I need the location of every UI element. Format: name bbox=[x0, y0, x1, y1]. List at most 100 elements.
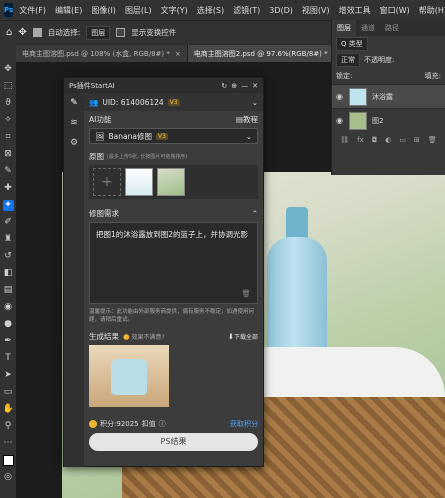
menu-plugins[interactable]: 增效工具 bbox=[339, 5, 371, 16]
color-swatches-icon[interactable] bbox=[2, 455, 14, 466]
add-image-button[interactable]: + bbox=[93, 168, 121, 196]
plugin-titlebar[interactable]: Ps插件StartAI ↻ ⊕ — ✕ bbox=[64, 78, 263, 93]
info-icon[interactable]: ⓘ bbox=[159, 419, 166, 429]
tab-layers[interactable]: 图层 bbox=[332, 20, 356, 36]
trash-icon[interactable]: 🗑 bbox=[428, 136, 437, 144]
brush-tool-icon[interactable]: ✐ bbox=[3, 217, 14, 228]
more-tools-icon[interactable]: ⋯ bbox=[3, 438, 14, 449]
move-tool-icon[interactable]: ✥ bbox=[3, 64, 14, 75]
history-brush-icon[interactable]: ↺ bbox=[3, 251, 14, 262]
menu-view[interactable]: 视图(V) bbox=[302, 5, 330, 16]
menu-layer[interactable]: 图层(L) bbox=[125, 5, 152, 16]
tools-panel: ✥ ⬚ ϑ ✧ ⌗ ⊠ ✎ ✚ ✦ ✐ ♜ ↺ ◧ ▤ ◉ ● ✒ T ➤ ▭ … bbox=[0, 44, 16, 498]
prompt-text: 把图1的沐浴露放到图2的篮子上，并协调光影 bbox=[96, 230, 249, 239]
layer-thumbnail bbox=[349, 87, 367, 106]
source-image-1[interactable] bbox=[125, 168, 153, 196]
edit-icon[interactable]: ✎ bbox=[64, 93, 84, 113]
result-thumbnail[interactable] bbox=[89, 345, 169, 407]
path-select-icon[interactable]: ➤ bbox=[3, 370, 14, 381]
image-icon: 🖼 bbox=[95, 131, 105, 141]
menu-image[interactable]: 图像(I) bbox=[91, 5, 116, 16]
trash-icon[interactable]: 🗑 bbox=[241, 288, 251, 299]
close-icon[interactable]: × bbox=[175, 50, 181, 58]
marquee-tool-icon[interactable]: ⬚ bbox=[3, 81, 14, 92]
stamp-tool-icon[interactable]: ♜ bbox=[3, 234, 14, 245]
model-dropdown[interactable]: 🖼 Banana修图 V3 ⌄ bbox=[89, 128, 258, 144]
menu-window[interactable]: 窗口(W) bbox=[380, 5, 410, 16]
user-id: UID: 614006124 bbox=[102, 97, 164, 107]
tab-paths[interactable]: 路径 bbox=[380, 20, 404, 36]
tab-document-2[interactable]: 电商主图溶图2.psd @ 97.6%(RGB/8#) * × bbox=[187, 45, 346, 62]
menu-select[interactable]: 选择(S) bbox=[197, 5, 224, 16]
show-transform-checkbox[interactable] bbox=[116, 28, 126, 37]
chevron-down-icon[interactable]: ⌄ bbox=[252, 98, 258, 107]
mask-icon[interactable]: ◘ bbox=[372, 136, 378, 144]
source-label: 原图 bbox=[89, 152, 104, 161]
move-tool-icon[interactable]: ✥ bbox=[18, 27, 26, 38]
magic-wand-icon[interactable]: ✧ bbox=[3, 115, 14, 126]
auto-select-target[interactable]: 图层 bbox=[86, 25, 111, 40]
auto-select-checkbox[interactable] bbox=[32, 28, 42, 37]
menu-type[interactable]: 文字(Y) bbox=[161, 5, 188, 16]
minimize-icon[interactable]: — bbox=[241, 82, 248, 90]
source-image-2[interactable] bbox=[157, 168, 185, 196]
lasso-tool-icon[interactable]: ϑ bbox=[3, 98, 14, 109]
layer-name: 图2 bbox=[372, 116, 384, 125]
layers-icon[interactable]: ≋ bbox=[64, 113, 84, 133]
dissatisfied-link[interactable]: 效果不满意? bbox=[132, 332, 165, 341]
menu-edit[interactable]: 编辑(E) bbox=[55, 5, 82, 16]
visibility-eye-icon[interactable]: ◉ bbox=[336, 116, 344, 125]
healing-brush-icon[interactable]: ✚ bbox=[3, 183, 14, 194]
rectangle-tool-icon[interactable]: ▭ bbox=[3, 387, 14, 398]
home-icon[interactable]: ⌂ bbox=[6, 27, 12, 38]
eyedropper-icon[interactable]: ✎ bbox=[3, 166, 14, 177]
prompt-textarea[interactable]: 把图1的沐浴露放到图2的篮子上，并协调光影 🗑 bbox=[89, 222, 258, 304]
hand-tool-icon[interactable]: ✋ bbox=[3, 404, 14, 415]
requirement-header[interactable]: 修图需求 ⌃ bbox=[84, 205, 263, 222]
blend-mode-select[interactable]: 正常 bbox=[336, 53, 360, 67]
menu-filter[interactable]: 滤镜(T) bbox=[233, 5, 260, 16]
points-row: 积分:92025 扣值 ⓘ 获取积分 bbox=[84, 417, 263, 431]
gradient-tool-icon[interactable]: ▤ bbox=[3, 285, 14, 296]
tutorial-link[interactable]: 教程 bbox=[243, 114, 258, 125]
download-all-button[interactable]: 下载全部 bbox=[234, 332, 258, 341]
get-points-link[interactable]: 获取积分 bbox=[230, 419, 258, 429]
zoom-tool-icon[interactable]: ⚲ bbox=[3, 421, 14, 432]
crop-tool-icon[interactable]: ⌗ bbox=[3, 132, 14, 143]
adjustment-icon[interactable]: ◐ bbox=[385, 136, 391, 144]
chevron-up-icon[interactable]: ⌃ bbox=[252, 209, 258, 218]
source-hint: (最多上传5张, 长按图片可拖拽排序) bbox=[107, 154, 188, 160]
type-tool-icon[interactable]: T bbox=[3, 353, 14, 364]
menu-bar: Ps 文件(F) 编辑(E) 图像(I) 图层(L) 文字(Y) 选择(S) 滤… bbox=[0, 0, 445, 20]
result-label: 生成结果 bbox=[89, 332, 119, 341]
tab-channels[interactable]: 通道 bbox=[356, 20, 380, 36]
visibility-eye-icon[interactable]: ◉ bbox=[336, 92, 344, 101]
tab-document-1[interactable]: 电商主图溶图.psd @ 108% (水盒, RGB/8#) * × bbox=[16, 45, 188, 62]
tab-label: 电商主图溶图2.psd @ 97.6%(RGB/8#) * bbox=[193, 49, 328, 58]
blur-tool-icon[interactable]: ◉ bbox=[3, 302, 14, 313]
generate-button[interactable]: PS结果 bbox=[89, 433, 258, 451]
close-icon[interactable]: ✕ bbox=[252, 82, 258, 90]
layer-row[interactable]: ◉ 沐浴露 bbox=[332, 84, 445, 108]
pen-tool-icon[interactable]: ✒ bbox=[3, 336, 14, 347]
menu-3d[interactable]: 3D(D) bbox=[269, 6, 293, 15]
menu-file[interactable]: 文件(F) bbox=[19, 5, 46, 16]
opacity-label: 不透明度: bbox=[364, 56, 395, 64]
layer-name: 沐浴露 bbox=[372, 92, 393, 101]
model-name: Banana修图 bbox=[108, 131, 152, 141]
quick-mask-icon[interactable]: ◎ bbox=[3, 472, 14, 483]
layer-kind-filter[interactable]: Q 类型 bbox=[336, 37, 368, 51]
link-icon[interactable]: ⛓ bbox=[340, 136, 349, 144]
fx-icon[interactable]: fx bbox=[357, 136, 364, 144]
menu-help[interactable]: 帮助(H) bbox=[419, 5, 445, 16]
new-layer-icon[interactable]: ⊞ bbox=[414, 136, 420, 144]
pin-icon[interactable]: ⊕ bbox=[231, 82, 237, 90]
settings-gear-icon[interactable]: ⚙ bbox=[64, 133, 84, 153]
layer-row[interactable]: ◉ 图2 bbox=[332, 108, 445, 132]
refresh-icon[interactable]: ↻ bbox=[221, 82, 227, 90]
startai-plugin-icon[interactable]: ✦ bbox=[2, 200, 14, 211]
eraser-icon[interactable]: ◧ bbox=[3, 268, 14, 279]
folder-icon[interactable]: ▭ bbox=[399, 136, 406, 144]
dodge-tool-icon[interactable]: ● bbox=[3, 319, 14, 330]
frame-tool-icon[interactable]: ⊠ bbox=[3, 149, 14, 160]
